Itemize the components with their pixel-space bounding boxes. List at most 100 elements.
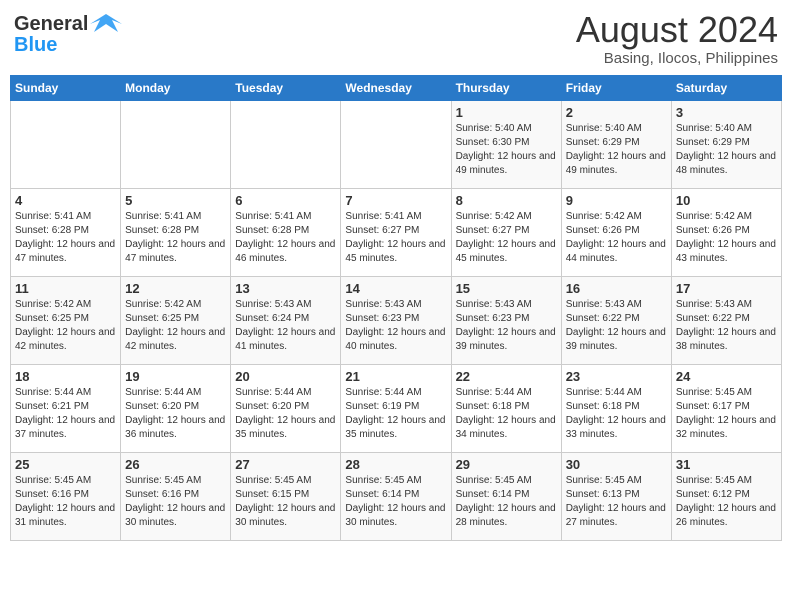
day-number: 22 (456, 369, 557, 384)
cell-content: Sunrise: 5:41 AMSunset: 6:28 PMDaylight:… (125, 210, 226, 266)
cell-content: Sunrise: 5:42 AMSunset: 6:26 PMDaylight:… (566, 210, 667, 266)
cell-content: Sunrise: 5:44 AMSunset: 6:18 PMDaylight:… (456, 386, 557, 442)
cell-content: Sunrise: 5:45 AMSunset: 6:14 PMDaylight:… (345, 474, 446, 530)
cell-content: Sunrise: 5:42 AMSunset: 6:25 PMDaylight:… (125, 298, 226, 354)
calendar-cell: 8 Sunrise: 5:42 AMSunset: 6:27 PMDayligh… (451, 188, 561, 276)
calendar-cell: 9 Sunrise: 5:42 AMSunset: 6:26 PMDayligh… (561, 188, 671, 276)
weekday-header-wednesday: Wednesday (341, 75, 451, 100)
cell-content: Sunrise: 5:40 AMSunset: 6:29 PMDaylight:… (566, 122, 667, 178)
logo-bird-icon (90, 10, 122, 38)
cell-content: Sunrise: 5:44 AMSunset: 6:18 PMDaylight:… (566, 386, 667, 442)
day-number: 18 (15, 369, 116, 384)
week-row-3: 11 Sunrise: 5:42 AMSunset: 6:25 PMDaylig… (11, 276, 782, 364)
day-number: 21 (345, 369, 446, 384)
cell-content: Sunrise: 5:40 AMSunset: 6:29 PMDaylight:… (676, 122, 777, 178)
calendar-cell: 6 Sunrise: 5:41 AMSunset: 6:28 PMDayligh… (231, 188, 341, 276)
day-number: 6 (235, 193, 336, 208)
logo: General Blue (14, 10, 122, 57)
day-number: 16 (566, 281, 667, 296)
calendar-cell (231, 100, 341, 188)
cell-content: Sunrise: 5:43 AMSunset: 6:23 PMDaylight:… (456, 298, 557, 354)
cell-content: Sunrise: 5:43 AMSunset: 6:24 PMDaylight:… (235, 298, 336, 354)
calendar-cell: 1 Sunrise: 5:40 AMSunset: 6:30 PMDayligh… (451, 100, 561, 188)
calendar-cell: 31 Sunrise: 5:45 AMSunset: 6:12 PMDaylig… (671, 452, 781, 540)
day-number: 3 (676, 105, 777, 120)
cell-content: Sunrise: 5:44 AMSunset: 6:19 PMDaylight:… (345, 386, 446, 442)
cell-content: Sunrise: 5:41 AMSunset: 6:28 PMDaylight:… (15, 210, 116, 266)
day-number: 8 (456, 193, 557, 208)
calendar-cell (11, 100, 121, 188)
cell-content: Sunrise: 5:45 AMSunset: 6:17 PMDaylight:… (676, 386, 777, 442)
calendar-cell: 11 Sunrise: 5:42 AMSunset: 6:25 PMDaylig… (11, 276, 121, 364)
calendar-cell: 3 Sunrise: 5:40 AMSunset: 6:29 PMDayligh… (671, 100, 781, 188)
calendar-cell (121, 100, 231, 188)
day-number: 5 (125, 193, 226, 208)
calendar-cell: 23 Sunrise: 5:44 AMSunset: 6:18 PMDaylig… (561, 364, 671, 452)
cell-content: Sunrise: 5:43 AMSunset: 6:22 PMDaylight:… (566, 298, 667, 354)
calendar-cell: 20 Sunrise: 5:44 AMSunset: 6:20 PMDaylig… (231, 364, 341, 452)
cell-content: Sunrise: 5:43 AMSunset: 6:22 PMDaylight:… (676, 298, 777, 354)
cell-content: Sunrise: 5:41 AMSunset: 6:27 PMDaylight:… (345, 210, 446, 266)
cell-content: Sunrise: 5:45 AMSunset: 6:16 PMDaylight:… (125, 474, 226, 530)
calendar-cell: 5 Sunrise: 5:41 AMSunset: 6:28 PMDayligh… (121, 188, 231, 276)
day-number: 28 (345, 457, 446, 472)
day-number: 13 (235, 281, 336, 296)
calendar-table: SundayMondayTuesdayWednesdayThursdayFrid… (10, 75, 782, 541)
day-number: 19 (125, 369, 226, 384)
weekday-header-friday: Friday (561, 75, 671, 100)
cell-content: Sunrise: 5:44 AMSunset: 6:20 PMDaylight:… (235, 386, 336, 442)
cell-content: Sunrise: 5:44 AMSunset: 6:21 PMDaylight:… (15, 386, 116, 442)
cell-content: Sunrise: 5:40 AMSunset: 6:30 PMDaylight:… (456, 122, 557, 178)
weekday-header-sunday: Sunday (11, 75, 121, 100)
calendar-cell: 28 Sunrise: 5:45 AMSunset: 6:14 PMDaylig… (341, 452, 451, 540)
weekday-header-monday: Monday (121, 75, 231, 100)
cell-content: Sunrise: 5:45 AMSunset: 6:13 PMDaylight:… (566, 474, 667, 530)
day-number: 27 (235, 457, 336, 472)
cell-content: Sunrise: 5:45 AMSunset: 6:12 PMDaylight:… (676, 474, 777, 530)
calendar-cell: 10 Sunrise: 5:42 AMSunset: 6:26 PMDaylig… (671, 188, 781, 276)
calendar-cell: 13 Sunrise: 5:43 AMSunset: 6:24 PMDaylig… (231, 276, 341, 364)
calendar-cell: 7 Sunrise: 5:41 AMSunset: 6:27 PMDayligh… (341, 188, 451, 276)
calendar-cell: 4 Sunrise: 5:41 AMSunset: 6:28 PMDayligh… (11, 188, 121, 276)
day-number: 25 (15, 457, 116, 472)
week-row-2: 4 Sunrise: 5:41 AMSunset: 6:28 PMDayligh… (11, 188, 782, 276)
calendar-cell: 16 Sunrise: 5:43 AMSunset: 6:22 PMDaylig… (561, 276, 671, 364)
day-number: 10 (676, 193, 777, 208)
calendar-cell: 25 Sunrise: 5:45 AMSunset: 6:16 PMDaylig… (11, 452, 121, 540)
week-row-1: 1 Sunrise: 5:40 AMSunset: 6:30 PMDayligh… (11, 100, 782, 188)
calendar-cell: 26 Sunrise: 5:45 AMSunset: 6:16 PMDaylig… (121, 452, 231, 540)
calendar-cell: 29 Sunrise: 5:45 AMSunset: 6:14 PMDaylig… (451, 452, 561, 540)
month-title: August 2024 (576, 10, 778, 50)
day-number: 4 (15, 193, 116, 208)
calendar-cell: 30 Sunrise: 5:45 AMSunset: 6:13 PMDaylig… (561, 452, 671, 540)
calendar-cell: 12 Sunrise: 5:42 AMSunset: 6:25 PMDaylig… (121, 276, 231, 364)
cell-content: Sunrise: 5:42 AMSunset: 6:27 PMDaylight:… (456, 210, 557, 266)
day-number: 1 (456, 105, 557, 120)
title-area: August 2024 Basing, Ilocos, Philippines (576, 10, 778, 67)
day-number: 2 (566, 105, 667, 120)
cell-content: Sunrise: 5:44 AMSunset: 6:20 PMDaylight:… (125, 386, 226, 442)
day-number: 24 (676, 369, 777, 384)
day-number: 7 (345, 193, 446, 208)
day-number: 30 (566, 457, 667, 472)
day-number: 9 (566, 193, 667, 208)
cell-content: Sunrise: 5:41 AMSunset: 6:28 PMDaylight:… (235, 210, 336, 266)
cell-content: Sunrise: 5:45 AMSunset: 6:16 PMDaylight:… (15, 474, 116, 530)
cell-content: Sunrise: 5:45 AMSunset: 6:15 PMDaylight:… (235, 474, 336, 530)
calendar-cell: 27 Sunrise: 5:45 AMSunset: 6:15 PMDaylig… (231, 452, 341, 540)
location: Basing, Ilocos, Philippines (576, 50, 778, 67)
day-number: 29 (456, 457, 557, 472)
calendar-cell: 18 Sunrise: 5:44 AMSunset: 6:21 PMDaylig… (11, 364, 121, 452)
day-number: 14 (345, 281, 446, 296)
calendar-cell: 19 Sunrise: 5:44 AMSunset: 6:20 PMDaylig… (121, 364, 231, 452)
weekday-header-saturday: Saturday (671, 75, 781, 100)
cell-content: Sunrise: 5:42 AMSunset: 6:25 PMDaylight:… (15, 298, 116, 354)
day-number: 17 (676, 281, 777, 296)
calendar-cell (341, 100, 451, 188)
cell-content: Sunrise: 5:43 AMSunset: 6:23 PMDaylight:… (345, 298, 446, 354)
weekday-header-tuesday: Tuesday (231, 75, 341, 100)
calendar-cell: 15 Sunrise: 5:43 AMSunset: 6:23 PMDaylig… (451, 276, 561, 364)
day-number: 15 (456, 281, 557, 296)
weekday-header-row: SundayMondayTuesdayWednesdayThursdayFrid… (11, 75, 782, 100)
week-row-4: 18 Sunrise: 5:44 AMSunset: 6:21 PMDaylig… (11, 364, 782, 452)
